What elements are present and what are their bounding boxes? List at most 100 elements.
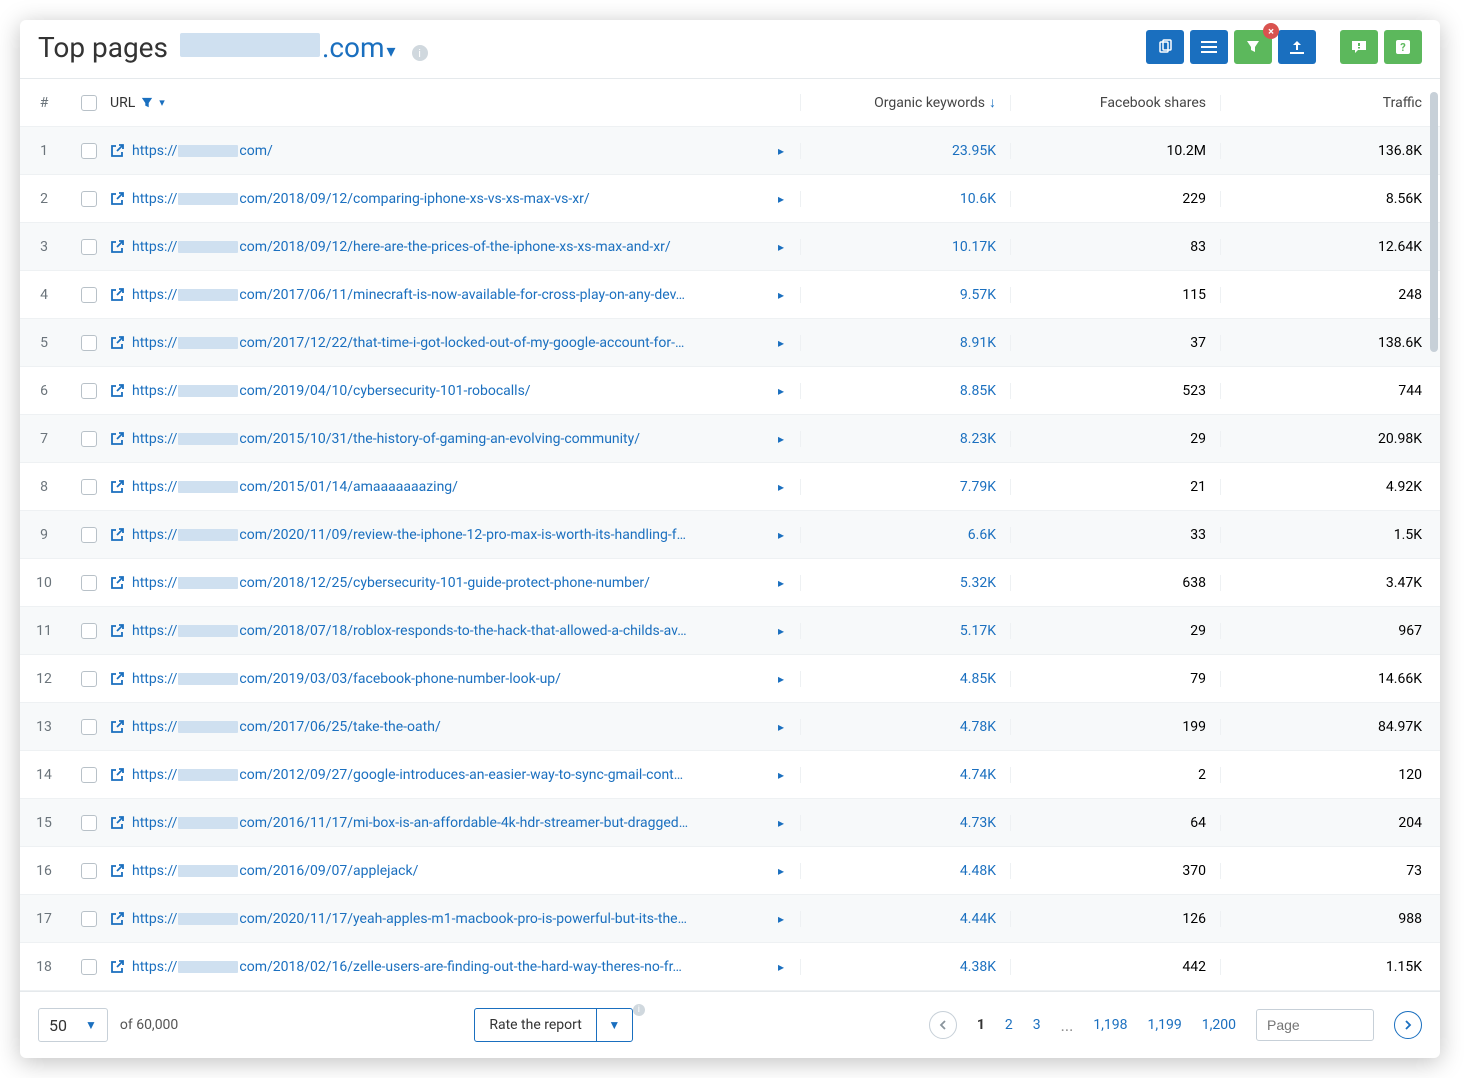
external-link-icon[interactable] [110,816,124,830]
expand-icon[interactable]: ▸ [772,720,790,734]
expand-icon[interactable]: ▸ [772,144,790,158]
url-link[interactable]: https://com/2020/11/09/review-the-iphone… [132,527,686,543]
checkbox[interactable] [81,767,97,783]
expand-icon[interactable]: ▸ [772,432,790,446]
columns-button[interactable] [1190,30,1228,64]
expand-icon[interactable]: ▸ [772,768,790,782]
export-button[interactable] [1278,30,1316,64]
checkbox[interactable] [81,383,97,399]
external-link-icon[interactable] [110,864,124,878]
row-keywords[interactable]: 4.44K [800,911,1010,927]
expand-icon[interactable]: ▸ [772,288,790,302]
row-keywords[interactable]: 23.95K [800,143,1010,159]
expand-icon[interactable]: ▸ [772,672,790,686]
checkbox[interactable] [81,719,97,735]
row-keywords[interactable]: 4.38K [800,959,1010,975]
page-1[interactable]: 1 [977,1017,985,1033]
url-link[interactable]: https://com/2018/09/12/comparing-iphone-… [132,191,590,207]
checkbox[interactable] [81,863,97,879]
info-icon[interactable]: i [412,45,428,61]
chevron-down-icon[interactable]: ▼ [596,1009,632,1041]
external-link-icon[interactable] [110,720,124,734]
url-link[interactable]: https://com/2015/01/14/amaaaaaaazing/ [132,479,458,495]
expand-icon[interactable]: ▸ [772,960,790,974]
row-keywords[interactable]: 4.85K [800,671,1010,687]
page-3[interactable]: 3 [1033,1017,1041,1033]
page-2[interactable]: 2 [1005,1017,1013,1033]
url-link[interactable]: https://com/2017/06/11/minecraft-is-now-… [132,287,685,303]
external-link-icon[interactable] [110,240,124,254]
url-link[interactable]: https://com/ [132,143,273,159]
expand-icon[interactable]: ▸ [772,816,790,830]
row-keywords[interactable]: 5.32K [800,575,1010,591]
filter-button[interactable]: × [1234,30,1272,64]
col-organic-keywords[interactable]: Organic keywords↓ [800,94,1010,111]
page-size-select[interactable]: 50 ▼ [38,1008,108,1042]
row-keywords[interactable]: 10.6K [800,191,1010,207]
row-keywords[interactable]: 4.74K [800,767,1010,783]
external-link-icon[interactable] [110,480,124,494]
page-input[interactable] [1256,1009,1374,1041]
page-1200[interactable]: 1,200 [1202,1017,1236,1033]
col-traffic[interactable]: Traffic [1220,95,1440,111]
url-link[interactable]: https://com/2016/09/07/applejack/ [132,863,418,879]
external-link-icon[interactable] [110,384,124,398]
external-link-icon[interactable] [110,144,124,158]
external-link-icon[interactable] [110,192,124,206]
checkbox[interactable] [81,335,97,351]
url-link[interactable]: https://com/2019/03/03/facebook-phone-nu… [132,671,561,687]
external-link-icon[interactable] [110,768,124,782]
help-button[interactable]: ? [1384,30,1422,64]
url-link[interactable]: https://com/2019/04/10/cybersecurity-101… [132,383,531,399]
external-link-icon[interactable] [110,672,124,686]
checkbox[interactable] [81,815,97,831]
external-link-icon[interactable] [110,624,124,638]
checkbox[interactable] [81,575,97,591]
expand-icon[interactable]: ▸ [772,912,790,926]
checkbox[interactable] [81,191,97,207]
expand-icon[interactable]: ▸ [772,480,790,494]
checkbox[interactable] [81,623,97,639]
page-1198[interactable]: 1,198 [1093,1017,1127,1033]
close-filter-icon[interactable]: × [1263,23,1279,39]
url-link[interactable]: https://com/2017/12/22/that-time-i-got-l… [132,335,684,351]
url-link[interactable]: https://com/2018/12/25/cybersecurity-101… [132,575,650,591]
col-select-all[interactable] [68,95,110,111]
expand-icon[interactable]: ▸ [772,528,790,542]
url-link[interactable]: https://com/2012/09/27/google-introduces… [132,767,683,783]
expand-icon[interactable]: ▸ [772,192,790,206]
url-link[interactable]: https://com/2016/11/17/mi-box-is-an-affo… [132,815,688,831]
checkbox[interactable] [81,143,97,159]
expand-icon[interactable]: ▸ [772,240,790,254]
domain-selector[interactable]: .com▾ [178,31,396,64]
row-keywords[interactable]: 8.23K [800,431,1010,447]
row-keywords[interactable]: 7.79K [800,479,1010,495]
url-link[interactable]: https://com/2015/10/31/the-history-of-ga… [132,431,640,447]
expand-icon[interactable]: ▸ [772,624,790,638]
checkbox[interactable] [81,287,97,303]
info-icon[interactable]: i [633,1004,645,1016]
url-link[interactable]: https://com/2017/06/25/take-the-oath/ [132,719,441,735]
copy-button[interactable] [1146,30,1184,64]
external-link-icon[interactable] [110,576,124,590]
row-keywords[interactable]: 8.85K [800,383,1010,399]
row-keywords[interactable]: 4.73K [800,815,1010,831]
row-keywords[interactable]: 9.57K [800,287,1010,303]
next-page-button[interactable] [1394,1011,1422,1039]
external-link-icon[interactable] [110,432,124,446]
checkbox[interactable] [81,95,97,111]
row-keywords[interactable]: 4.78K [800,719,1010,735]
url-link[interactable]: https://com/2018/07/18/roblox-responds-t… [132,623,687,639]
rate-report-button[interactable]: Rate the report ▼ [474,1008,632,1042]
col-index[interactable]: # [20,95,68,111]
checkbox[interactable] [81,239,97,255]
expand-icon[interactable]: ▸ [772,864,790,878]
external-link-icon[interactable] [110,336,124,350]
url-link[interactable]: https://com/2018/09/12/here-are-the-pric… [132,239,671,255]
row-keywords[interactable]: 10.17K [800,239,1010,255]
external-link-icon[interactable] [110,912,124,926]
scrollbar[interactable] [1430,92,1438,352]
col-facebook-shares[interactable]: Facebook shares [1010,95,1220,111]
checkbox[interactable] [81,911,97,927]
col-url[interactable]: URL ▾ [110,95,800,111]
